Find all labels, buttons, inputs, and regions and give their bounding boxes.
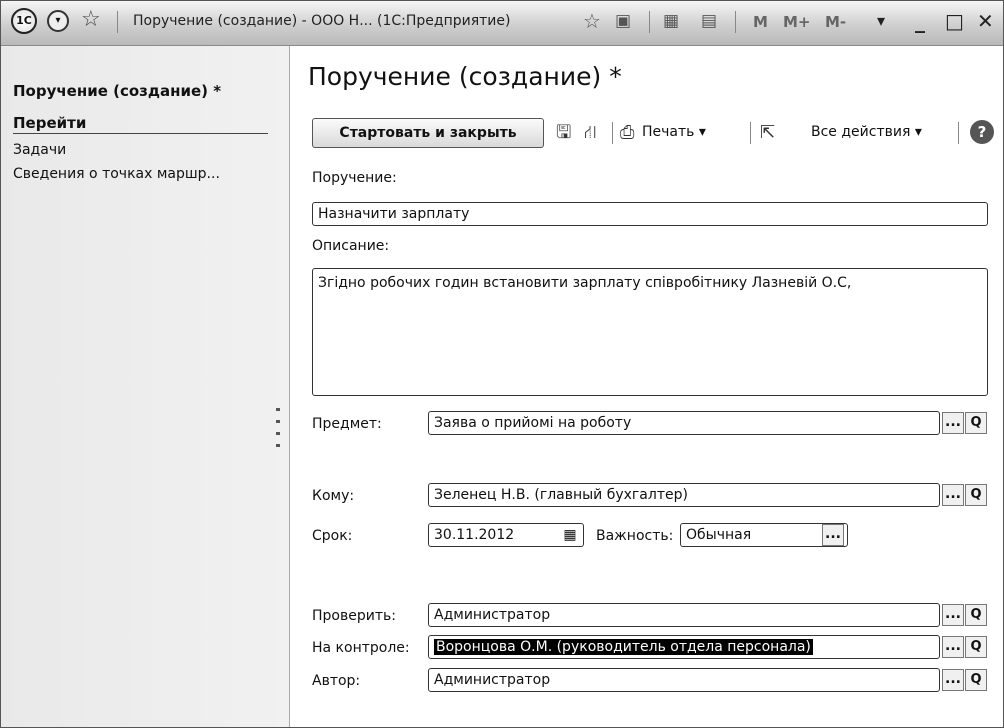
save-icon[interactable]: 🖫 — [556, 120, 571, 146]
author-select-button[interactable]: ... — [942, 669, 964, 691]
importance-label: Важность: — [596, 528, 674, 544]
favorite-star-icon[interactable]: ☆ — [81, 7, 101, 33]
window-title: Поручение (создание) - ООО Н... (1С:Пред… — [133, 13, 511, 29]
to-field[interactable]: Зеленец Н.В. (главный бухгалтер) — [428, 483, 940, 507]
form-area: Поручение (создание) * Стартовать и закр… — [290, 46, 1003, 727]
goto-section-header: Перейти — [13, 114, 268, 134]
separator — [649, 11, 650, 33]
restore-icon[interactable]: □ — [945, 9, 964, 33]
author-label: Автор: — [312, 673, 361, 689]
search-icon[interactable]: Q — [965, 604, 987, 626]
subject-label: Предмет: — [312, 416, 382, 432]
add-favorite-icon[interactable]: ☆ — [583, 9, 601, 33]
subject-select-button[interactable]: ... — [942, 412, 964, 434]
nav-link-tasks[interactable]: Задачи — [13, 142, 66, 158]
search-icon[interactable]: Q — [965, 412, 987, 434]
author-field[interactable]: Администратор — [428, 668, 940, 692]
description-field[interactable]: Згідно робочих годин встановити зарплату… — [312, 268, 988, 396]
to-select-button[interactable]: ... — [942, 484, 964, 506]
all-actions-menu-button[interactable]: Все действия ▾ — [811, 124, 922, 140]
panel-title: Поручение (создание) * — [13, 82, 222, 100]
link-icon[interactable]: ⇱ — [760, 120, 775, 146]
instruction-field[interactable]: Назначити зарплату — [312, 202, 988, 226]
to-label: Кому: — [312, 488, 355, 504]
description-label: Описание: — [312, 238, 390, 254]
nav-menu-icon[interactable]: ▾ — [47, 10, 69, 32]
instruction-label: Поручение: — [312, 170, 397, 186]
control-label: На контроле: — [312, 640, 410, 656]
check-field[interactable]: Администратор — [428, 603, 940, 627]
start-and-close-button[interactable]: Стартовать и закрыть — [312, 118, 544, 148]
separator — [958, 122, 959, 144]
importance-select-button[interactable]: ... — [822, 524, 844, 546]
minimize-icon[interactable]: _ — [915, 9, 925, 33]
separator — [612, 122, 613, 144]
calendar-picker-icon[interactable]: ▦ — [560, 525, 580, 545]
nav-link-route-points[interactable]: Сведения о точках маршр... — [13, 166, 220, 182]
calculator-icon[interactable]: ▦ — [663, 9, 679, 33]
check-select-button[interactable]: ... — [942, 604, 964, 626]
memory-m-minus-button[interactable]: M- — [825, 13, 846, 31]
chevron-down-icon[interactable]: ▾ — [877, 9, 885, 33]
printer-icon[interactable]: ⎙ — [620, 120, 634, 146]
history-icon[interactable]: ▣ — [615, 9, 631, 33]
memory-m-button[interactable]: M — [753, 13, 768, 31]
help-icon[interactable]: ? — [970, 120, 994, 144]
control-field[interactable]: Воронцова О.М. (руководитель отдела перс… — [428, 635, 940, 659]
print-menu-button[interactable]: Печать ▾ — [642, 124, 706, 140]
search-icon[interactable]: Q — [965, 484, 987, 506]
separator — [750, 122, 751, 144]
separator — [117, 11, 118, 33]
control-select-button[interactable]: ... — [942, 636, 964, 658]
panel-resize-grip[interactable] — [276, 408, 280, 454]
1c-logo-icon[interactable]: 1С — [11, 8, 37, 34]
subject-field[interactable]: Заява о прийомі на роботу — [428, 411, 940, 435]
check-label: Проверить: — [312, 608, 396, 624]
search-icon[interactable]: Q — [965, 669, 987, 691]
form-title: Поручение (создание) * — [308, 62, 622, 91]
memory-m-plus-button[interactable]: M+ — [783, 13, 811, 31]
structure-icon[interactable]: ⛙ — [584, 120, 597, 146]
search-icon[interactable]: Q — [965, 636, 987, 658]
title-bar: 1С ▾ ☆ Поручение (создание) - ООО Н... (… — [1, 1, 1003, 46]
calendar-icon[interactable]: ▤ — [701, 9, 717, 33]
deadline-label: Срок: — [312, 528, 353, 544]
app-window: 1С ▾ ☆ Поручение (создание) - ООО Н... (… — [0, 0, 1004, 728]
separator — [735, 11, 736, 33]
close-icon[interactable]: ✕ — [977, 9, 994, 33]
navigation-panel: Поручение (создание) * Перейти Задачи Св… — [1, 46, 290, 727]
